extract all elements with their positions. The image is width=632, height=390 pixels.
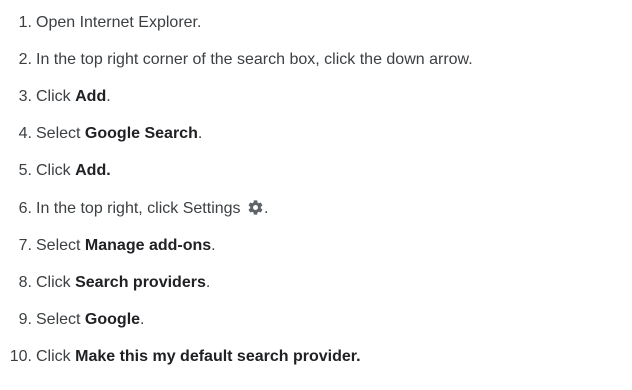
step-bold-term: Add [75,88,107,105]
step-text-end: . [264,200,269,217]
step-bold-term: Google Search [84,125,198,142]
step-7: 7. Select Manage add-ons. [0,233,216,259]
step-bold-term: Add. [75,162,111,179]
gear-icon [247,199,264,216]
step-10: 10. Click Make this my default search pro… [0,344,361,370]
step-text: Select [36,237,85,254]
step-bold-term: Manage add-ons [84,237,212,254]
step-text: Click [36,162,76,179]
step-text: Select [36,125,85,142]
step-bold-term: Search providers [75,274,206,291]
step-3: 3. Click Add. [0,84,111,110]
step-number: 6. [18,200,32,217]
step-number: 2. [18,51,32,68]
step-bold-term: Make this my default search provider. [75,348,361,365]
step-text: In the top right corner of the search bo… [36,51,473,68]
step-9: 9. Select Google. [0,307,145,333]
step-number: 5. [18,162,32,179]
step-8: 8. Click Search providers. [0,270,211,296]
step-bold-term: Google [84,311,141,328]
step-number: 10. [9,348,32,365]
step-text: In the top right, click Settings [36,200,245,217]
step-number: 7. [18,237,32,254]
step-text-end: . [211,237,216,254]
step-1: 1. Open Internet Explorer. [0,10,202,36]
step-text: Click [36,88,76,105]
step-text-end: . [205,274,211,291]
step-text: Click [36,348,76,365]
step-6: 6. In the top right, click Settings . [0,196,269,222]
step-number: 8. [18,274,32,291]
step-number: 4. [18,125,32,142]
step-number: 3. [18,88,32,105]
step-5: 5. Click Add. [0,158,111,184]
step-4: 4. Select Google Search. [0,121,203,147]
instruction-list: 1. Open Internet Explorer. 2. In the top r… [0,0,632,390]
step-text: Open Internet Explorer. [36,14,202,31]
step-text: Select [36,311,85,328]
step-2: 2. In the top right corner of the search … [0,47,473,73]
step-text: Click [36,274,76,291]
step-number: 1. [18,14,32,31]
step-text-end: . [197,125,203,142]
step-number: 9. [18,311,32,328]
step-text-end: . [140,311,145,328]
step-text-end: . [106,88,111,105]
